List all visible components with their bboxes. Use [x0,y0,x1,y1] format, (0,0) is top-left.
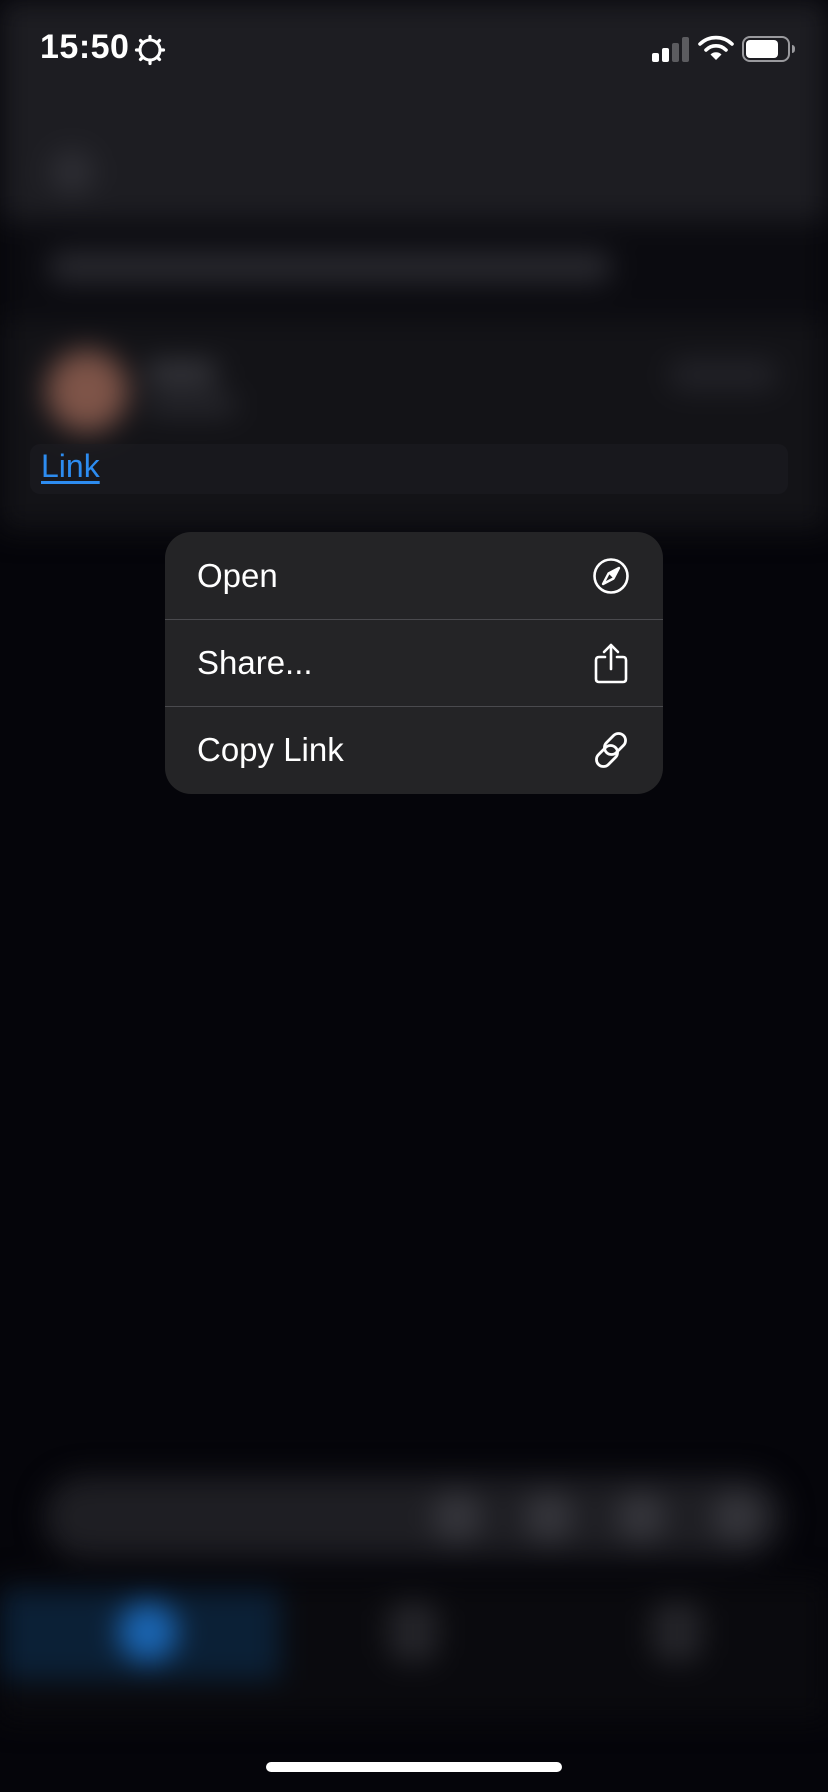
screen: 15:50 Link Open Share... Copy Link [0,0,828,1792]
background-composer-button [616,1492,666,1542]
background-composer-button [712,1492,762,1542]
background-post-action [668,360,778,390]
status-time: 15:50 [40,28,130,66]
link-preview-row [30,444,788,494]
background-back-button [50,150,94,194]
background-author-subtitle [146,396,236,414]
battery-icon [742,36,795,62]
background-post-card [0,320,828,530]
blurred-background [0,0,828,1792]
cellular-signal-icon [652,36,692,62]
link-context-menu: Open Share... Copy Link [165,532,663,794]
background-tab-icon [388,1602,438,1662]
menu-item-label: Share... [197,644,313,681]
menu-item-share[interactable]: Share... [165,619,663,706]
background-tab-icon [652,1602,702,1662]
menu-item-label: Open [197,556,278,594]
gear-icon [134,34,166,66]
compass-icon [591,556,631,596]
background-avatar [46,350,128,432]
background-composer-bar [44,1476,784,1558]
share-icon [591,643,631,684]
wifi-icon [698,35,734,60]
status-bar: 15:50 [0,0,828,100]
background-composer-button [432,1492,482,1542]
background-composer-button [524,1492,574,1542]
menu-item-copy-link[interactable]: Copy Link [165,706,663,793]
home-indicator[interactable] [266,1762,562,1772]
background-title-placeholder [50,252,610,282]
link[interactable]: Link [41,448,100,485]
menu-item-open[interactable]: Open [165,532,663,619]
menu-item-label: Copy Link [197,731,344,768]
link-icon [591,730,631,770]
background-active-tab-icon [118,1602,178,1662]
background-author-name [146,362,216,384]
